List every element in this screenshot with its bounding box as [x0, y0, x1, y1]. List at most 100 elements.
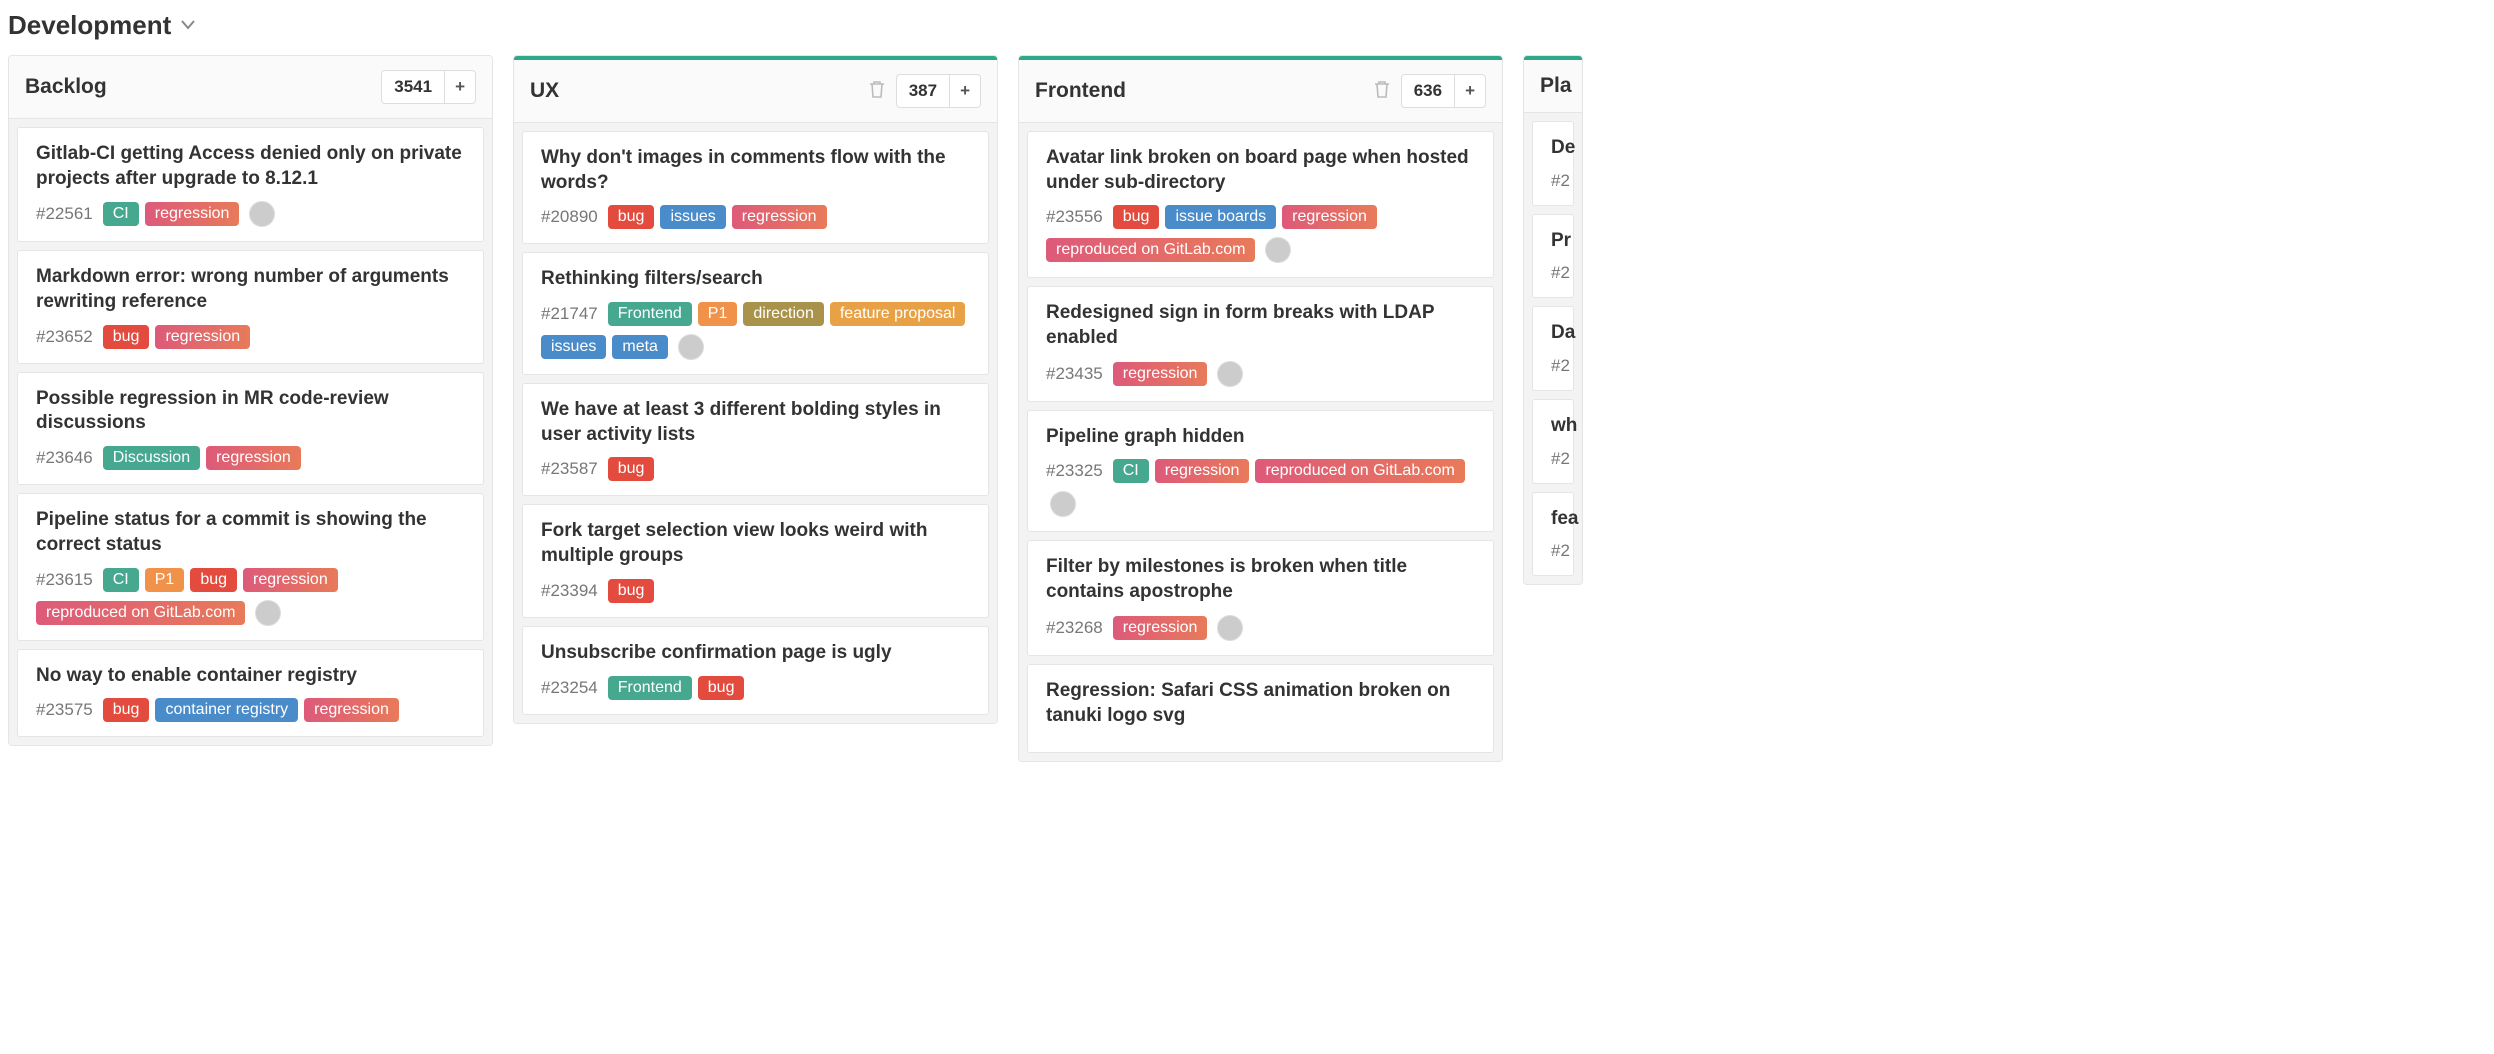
- card-title: Pipeline graph hidden: [1046, 425, 1475, 450]
- label[interactable]: regression: [1282, 205, 1377, 229]
- label[interactable]: regression: [1155, 459, 1250, 483]
- card-title: Avatar link broken on board page when ho…: [1046, 146, 1475, 195]
- column-header: Backlog3541+: [9, 56, 492, 119]
- issue-card[interactable]: No way to enable container registry#2357…: [17, 649, 484, 738]
- card-title: No way to enable container registry: [36, 664, 465, 689]
- card-title: Regression: Safari CSS animation broken …: [1046, 679, 1475, 728]
- issue-card[interactable]: Avatar link broken on board page when ho…: [1027, 131, 1494, 278]
- issue-card[interactable]: Rethinking filters/search#21747FrontendP…: [522, 252, 989, 375]
- card-title: Fork target selection view looks weird w…: [541, 519, 970, 568]
- issue-card[interactable]: Possible regression in MR code-review di…: [17, 372, 484, 485]
- label[interactable]: regression: [145, 202, 240, 226]
- label[interactable]: regression: [1113, 362, 1208, 386]
- issue-card[interactable]: Redesigned sign in form breaks with LDAP…: [1027, 286, 1494, 401]
- avatar[interactable]: [1217, 361, 1243, 387]
- label[interactable]: bug: [608, 457, 655, 481]
- issue-id: #23587: [541, 459, 598, 479]
- board-title[interactable]: Development: [8, 10, 171, 41]
- card-meta: #2: [1551, 263, 1555, 283]
- column-body: Gitlab-CI getting Access denied only on …: [9, 119, 492, 745]
- label[interactable]: bug: [608, 579, 655, 603]
- board-column: PlaDe#2Pr#2Da#2wh#2fea#2: [1523, 55, 1583, 585]
- issue-card[interactable]: Gitlab-CI getting Access denied only on …: [17, 127, 484, 242]
- label[interactable]: P1: [698, 302, 738, 326]
- issue-id: #23394: [541, 581, 598, 601]
- issue-card[interactable]: De#2: [1532, 121, 1574, 206]
- issue-card[interactable]: Why don't images in comments flow with t…: [522, 131, 989, 244]
- card-title: wh: [1551, 414, 1555, 439]
- label[interactable]: reproduced on GitLab.com: [1255, 459, 1464, 483]
- label[interactable]: regression: [243, 568, 338, 592]
- board-column: UX387+Why don't images in comments flow …: [513, 55, 998, 724]
- card-title: fea: [1551, 507, 1555, 532]
- label[interactable]: bug: [190, 568, 237, 592]
- issue-card[interactable]: Pipeline graph hidden#23325CIregressionr…: [1027, 410, 1494, 533]
- issue-card[interactable]: Filter by milestones is broken when titl…: [1027, 540, 1494, 655]
- label[interactable]: regression: [732, 205, 827, 229]
- issue-card[interactable]: Regression: Safari CSS animation broken …: [1027, 664, 1494, 753]
- card-meta: #2: [1551, 171, 1555, 191]
- issue-card[interactable]: fea #2: [1532, 492, 1574, 577]
- add-button[interactable]: +: [445, 70, 476, 104]
- label[interactable]: issues: [660, 205, 725, 229]
- label[interactable]: bug: [698, 676, 745, 700]
- label[interactable]: Frontend: [608, 676, 692, 700]
- label[interactable]: Discussion: [103, 446, 200, 470]
- issue-id: #23435: [1046, 364, 1103, 384]
- issue-id: #2: [1551, 541, 1570, 561]
- issue-card[interactable]: Da#2: [1532, 306, 1574, 391]
- card-title: Redesigned sign in form breaks with LDAP…: [1046, 301, 1475, 350]
- card-title: Pr: [1551, 229, 1555, 254]
- issue-card[interactable]: Pr #2: [1532, 214, 1574, 299]
- caret-down-icon[interactable]: [181, 17, 195, 35]
- label[interactable]: direction: [743, 302, 823, 326]
- column-header: Frontend636+: [1019, 60, 1502, 123]
- label[interactable]: bug: [103, 325, 150, 349]
- label[interactable]: bug: [1113, 205, 1160, 229]
- label[interactable]: reproduced on GitLab.com: [36, 601, 245, 625]
- label[interactable]: container registry: [155, 698, 298, 722]
- label[interactable]: meta: [612, 335, 668, 359]
- label[interactable]: issue boards: [1165, 205, 1276, 229]
- avatar[interactable]: [678, 334, 704, 360]
- issue-card[interactable]: wh#2: [1532, 399, 1574, 484]
- trash-icon[interactable]: [1373, 79, 1391, 104]
- issue-id: #23268: [1046, 618, 1103, 638]
- label[interactable]: regression: [155, 325, 250, 349]
- label[interactable]: regression: [206, 446, 301, 470]
- card-meta: #23646Discussionregression: [36, 446, 465, 470]
- board-column: Backlog3541+ Gitlab-CI getting Access den…: [8, 55, 493, 746]
- label[interactable]: bug: [608, 205, 655, 229]
- card-title: Why don't images in comments flow with t…: [541, 146, 970, 195]
- board-header: Development: [0, 0, 2494, 55]
- avatar[interactable]: [1050, 491, 1076, 517]
- label[interactable]: CI: [103, 568, 139, 592]
- avatar[interactable]: [1217, 615, 1243, 641]
- card-meta: #23615CIP1bugregressionreproduced on Git…: [36, 568, 465, 626]
- label[interactable]: issues: [541, 335, 606, 359]
- add-button[interactable]: +: [1455, 74, 1486, 108]
- column-body: De#2Pr#2Da#2wh#2fea#2: [1524, 113, 1582, 584]
- avatar[interactable]: [255, 600, 281, 626]
- issue-card[interactable]: Unsubscribe confirmation page is ugly#23…: [522, 626, 989, 715]
- trash-icon[interactable]: [868, 79, 886, 104]
- label[interactable]: bug: [103, 698, 150, 722]
- avatar[interactable]: [249, 201, 275, 227]
- label[interactable]: regression: [304, 698, 399, 722]
- issue-id: #2: [1551, 171, 1570, 191]
- card-meta: #23556bugissue boardsregressionreproduce…: [1046, 205, 1475, 263]
- label[interactable]: CI: [103, 202, 139, 226]
- issue-card[interactable]: Markdown error: wrong number of argument…: [17, 250, 484, 363]
- label[interactable]: Frontend: [608, 302, 692, 326]
- card-title: Pipeline status for a commit is showing …: [36, 508, 465, 557]
- label[interactable]: feature proposal: [830, 302, 966, 326]
- issue-card[interactable]: Pipeline status for a commit is showing …: [17, 493, 484, 640]
- label[interactable]: P1: [145, 568, 185, 592]
- avatar[interactable]: [1265, 237, 1291, 263]
- label[interactable]: CI: [1113, 459, 1149, 483]
- label[interactable]: reproduced on GitLab.com: [1046, 238, 1255, 262]
- issue-card[interactable]: We have at least 3 different bolding sty…: [522, 383, 989, 496]
- label[interactable]: regression: [1113, 616, 1208, 640]
- add-button[interactable]: +: [950, 74, 981, 108]
- issue-card[interactable]: Fork target selection view looks weird w…: [522, 504, 989, 617]
